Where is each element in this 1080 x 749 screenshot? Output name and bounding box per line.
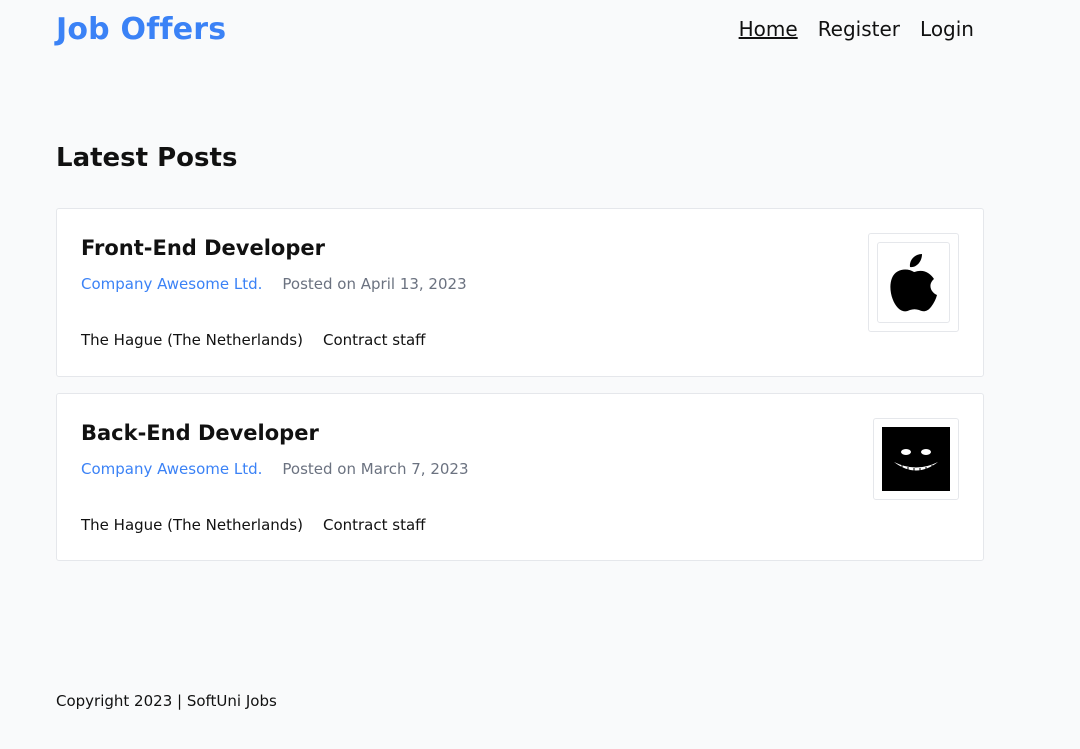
main-nav: Home Register Login [739, 17, 974, 41]
job-tags: The Hague (The Netherlands) Contract sta… [81, 331, 426, 349]
job-type: Contract staff [322, 516, 426, 534]
job-location: The Hague (The Netherlands) [81, 516, 303, 534]
nav-register-link[interactable]: Register [818, 17, 900, 41]
job-meta: Company Awesome Ltd. Posted on March 7, … [81, 460, 469, 478]
job-title-link[interactable]: Back-End Developer [81, 421, 319, 445]
nav-login-link[interactable]: Login [920, 17, 974, 41]
job-tags: The Hague (The Netherlands) Contract sta… [81, 516, 426, 534]
company-link[interactable]: Company Awesome Ltd. [81, 460, 262, 478]
company-logo-frame[interactable] [868, 233, 959, 332]
job-post-card: Front-End Developer Company Awesome Ltd.… [56, 208, 984, 377]
job-meta: Company Awesome Ltd. Posted on April 13,… [81, 275, 467, 293]
nav-home-link[interactable]: Home [739, 17, 798, 41]
company-link[interactable]: Company Awesome Ltd. [81, 275, 262, 293]
job-title-link[interactable]: Front-End Developer [81, 236, 325, 260]
posted-date: Posted on March 7, 2023 [282, 460, 469, 478]
job-location: The Hague (The Netherlands) [81, 331, 303, 349]
page-heading: Latest Posts [56, 143, 238, 173]
posted-date: Posted on April 13, 2023 [282, 275, 467, 293]
site-footer: Copyright 2023 | SoftUni Jobs [56, 692, 277, 710]
apple-logo-icon [889, 253, 937, 311]
grinning-face-logo-icon [882, 427, 950, 491]
company-logo-frame[interactable] [873, 418, 959, 500]
company-logo [877, 242, 950, 323]
company-logo [882, 427, 950, 491]
job-post-card: Back-End Developer Company Awesome Ltd. … [56, 393, 984, 561]
job-type: Contract staff [322, 331, 426, 349]
site-header: Job Offers Home Register Login [56, 0, 974, 60]
site-logo-link[interactable]: Job Offers [56, 12, 226, 47]
